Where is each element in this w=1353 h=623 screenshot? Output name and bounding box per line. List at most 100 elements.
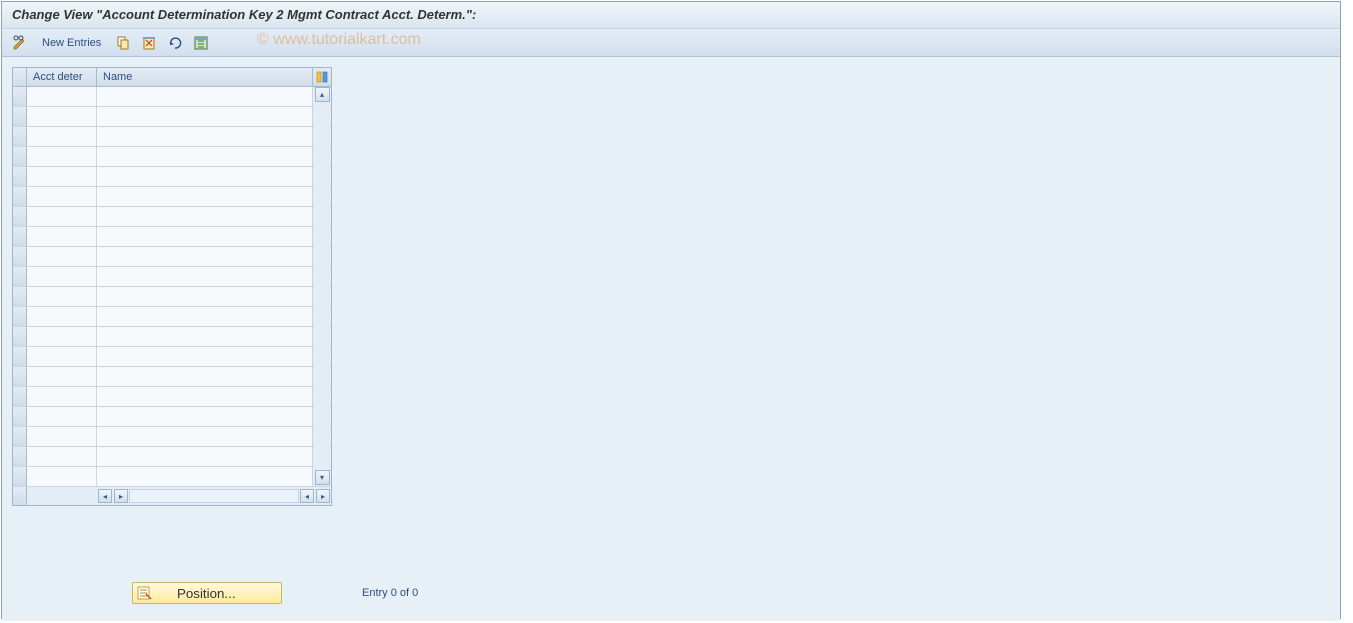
select-all-rows[interactable] bbox=[13, 68, 27, 86]
cell-name[interactable] bbox=[97, 407, 313, 426]
cell-name[interactable] bbox=[97, 107, 313, 126]
cell-name[interactable] bbox=[97, 187, 313, 206]
column-header-acct-deter[interactable]: Acct deter bbox=[27, 68, 97, 86]
row-selector[interactable] bbox=[13, 287, 27, 306]
triangle-left-icon: ◂ bbox=[305, 492, 309, 501]
row-selector[interactable] bbox=[13, 407, 27, 426]
pencil-glasses-icon bbox=[12, 35, 28, 51]
cell-name[interactable] bbox=[97, 247, 313, 266]
cell-acct-deter[interactable] bbox=[27, 467, 97, 486]
page-title: Change View "Account Determination Key 2… bbox=[2, 2, 1340, 29]
table-row bbox=[13, 127, 331, 147]
cell-name[interactable] bbox=[97, 327, 313, 346]
cell-name[interactable] bbox=[97, 307, 313, 326]
cell-name[interactable] bbox=[97, 87, 313, 106]
cell-name[interactable] bbox=[97, 367, 313, 386]
select-all-icon bbox=[193, 35, 209, 51]
cell-acct-deter[interactable] bbox=[27, 387, 97, 406]
table-row bbox=[13, 427, 331, 447]
table-row bbox=[13, 467, 331, 487]
table-row bbox=[13, 327, 331, 347]
triangle-left-icon: ◂ bbox=[103, 492, 107, 501]
row-selector[interactable] bbox=[13, 307, 27, 326]
cell-acct-deter[interactable] bbox=[27, 447, 97, 466]
position-button[interactable]: Position... bbox=[132, 582, 282, 604]
table-row bbox=[13, 167, 331, 187]
row-selector[interactable] bbox=[13, 367, 27, 386]
table-row bbox=[13, 227, 331, 247]
cell-acct-deter[interactable] bbox=[27, 367, 97, 386]
hscroll-track[interactable] bbox=[129, 489, 299, 503]
cell-name[interactable] bbox=[97, 347, 313, 366]
cell-name[interactable] bbox=[97, 287, 313, 306]
cell-acct-deter[interactable] bbox=[27, 307, 97, 326]
row-selector[interactable] bbox=[13, 447, 27, 466]
column-header-name[interactable]: Name bbox=[97, 68, 313, 86]
triangle-up-icon: ▴ bbox=[320, 90, 324, 99]
delete-button[interactable] bbox=[139, 33, 159, 53]
app-window: Change View "Account Determination Key 2… bbox=[1, 1, 1341, 619]
row-selector[interactable] bbox=[13, 467, 27, 486]
cell-name[interactable] bbox=[97, 467, 313, 486]
table-row bbox=[13, 87, 331, 107]
row-selector[interactable] bbox=[13, 267, 27, 286]
table-settings-button[interactable] bbox=[313, 68, 331, 86]
table-row bbox=[13, 207, 331, 227]
row-selector[interactable] bbox=[13, 387, 27, 406]
row-selector[interactable] bbox=[13, 127, 27, 146]
row-selector[interactable] bbox=[13, 427, 27, 446]
copy-as-button[interactable] bbox=[113, 33, 133, 53]
cell-acct-deter[interactable] bbox=[27, 227, 97, 246]
table-row bbox=[13, 287, 331, 307]
cell-acct-deter[interactable] bbox=[27, 207, 97, 226]
cell-acct-deter[interactable] bbox=[27, 427, 97, 446]
cell-acct-deter[interactable] bbox=[27, 167, 97, 186]
row-selector[interactable] bbox=[13, 247, 27, 266]
cell-name[interactable] bbox=[97, 267, 313, 286]
undo-change-button[interactable] bbox=[165, 33, 185, 53]
row-selector[interactable] bbox=[13, 167, 27, 186]
cell-acct-deter[interactable] bbox=[27, 107, 97, 126]
row-selector[interactable] bbox=[13, 87, 27, 106]
cell-acct-deter[interactable] bbox=[27, 87, 97, 106]
new-entries-button[interactable]: New Entries bbox=[36, 35, 107, 51]
cell-name[interactable] bbox=[97, 447, 313, 466]
table-settings-icon bbox=[316, 71, 328, 83]
row-selector[interactable] bbox=[13, 347, 27, 366]
row-selector[interactable] bbox=[13, 227, 27, 246]
row-selector[interactable] bbox=[13, 107, 27, 126]
cell-name[interactable] bbox=[97, 387, 313, 406]
scroll-right-button[interactable]: ▸ bbox=[316, 489, 330, 503]
cell-name[interactable] bbox=[97, 427, 313, 446]
scroll-left-end-button[interactable]: ◂ bbox=[300, 489, 314, 503]
cell-acct-deter[interactable] bbox=[27, 287, 97, 306]
select-all-button[interactable] bbox=[191, 33, 211, 53]
cell-acct-deter[interactable] bbox=[27, 147, 97, 166]
row-selector[interactable] bbox=[13, 207, 27, 226]
scroll-right-inner-button[interactable]: ▸ bbox=[114, 489, 128, 503]
cell-acct-deter[interactable] bbox=[27, 187, 97, 206]
cell-name[interactable] bbox=[97, 127, 313, 146]
row-selector[interactable] bbox=[13, 147, 27, 166]
cell-name[interactable] bbox=[97, 207, 313, 226]
table-header: Acct deter Name bbox=[13, 68, 331, 87]
cell-acct-deter[interactable] bbox=[27, 407, 97, 426]
row-selector[interactable] bbox=[13, 327, 27, 346]
vertical-scrollbar: ▴ ▾ bbox=[314, 87, 330, 485]
data-table: Acct deter Name ▴ ▾ bbox=[12, 67, 332, 506]
triangle-right-icon: ▸ bbox=[119, 492, 123, 501]
cell-name[interactable] bbox=[97, 167, 313, 186]
change-display-button[interactable] bbox=[10, 33, 30, 53]
cell-name[interactable] bbox=[97, 227, 313, 246]
cell-acct-deter[interactable] bbox=[27, 327, 97, 346]
delete-icon bbox=[141, 35, 157, 51]
cell-name[interactable] bbox=[97, 147, 313, 166]
cell-acct-deter[interactable] bbox=[27, 247, 97, 266]
cell-acct-deter[interactable] bbox=[27, 127, 97, 146]
scroll-left-button[interactable]: ◂ bbox=[98, 489, 112, 503]
cell-acct-deter[interactable] bbox=[27, 267, 97, 286]
cell-acct-deter[interactable] bbox=[27, 347, 97, 366]
scroll-down-button[interactable]: ▾ bbox=[315, 470, 330, 485]
row-selector[interactable] bbox=[13, 187, 27, 206]
scroll-up-button[interactable]: ▴ bbox=[315, 87, 330, 102]
